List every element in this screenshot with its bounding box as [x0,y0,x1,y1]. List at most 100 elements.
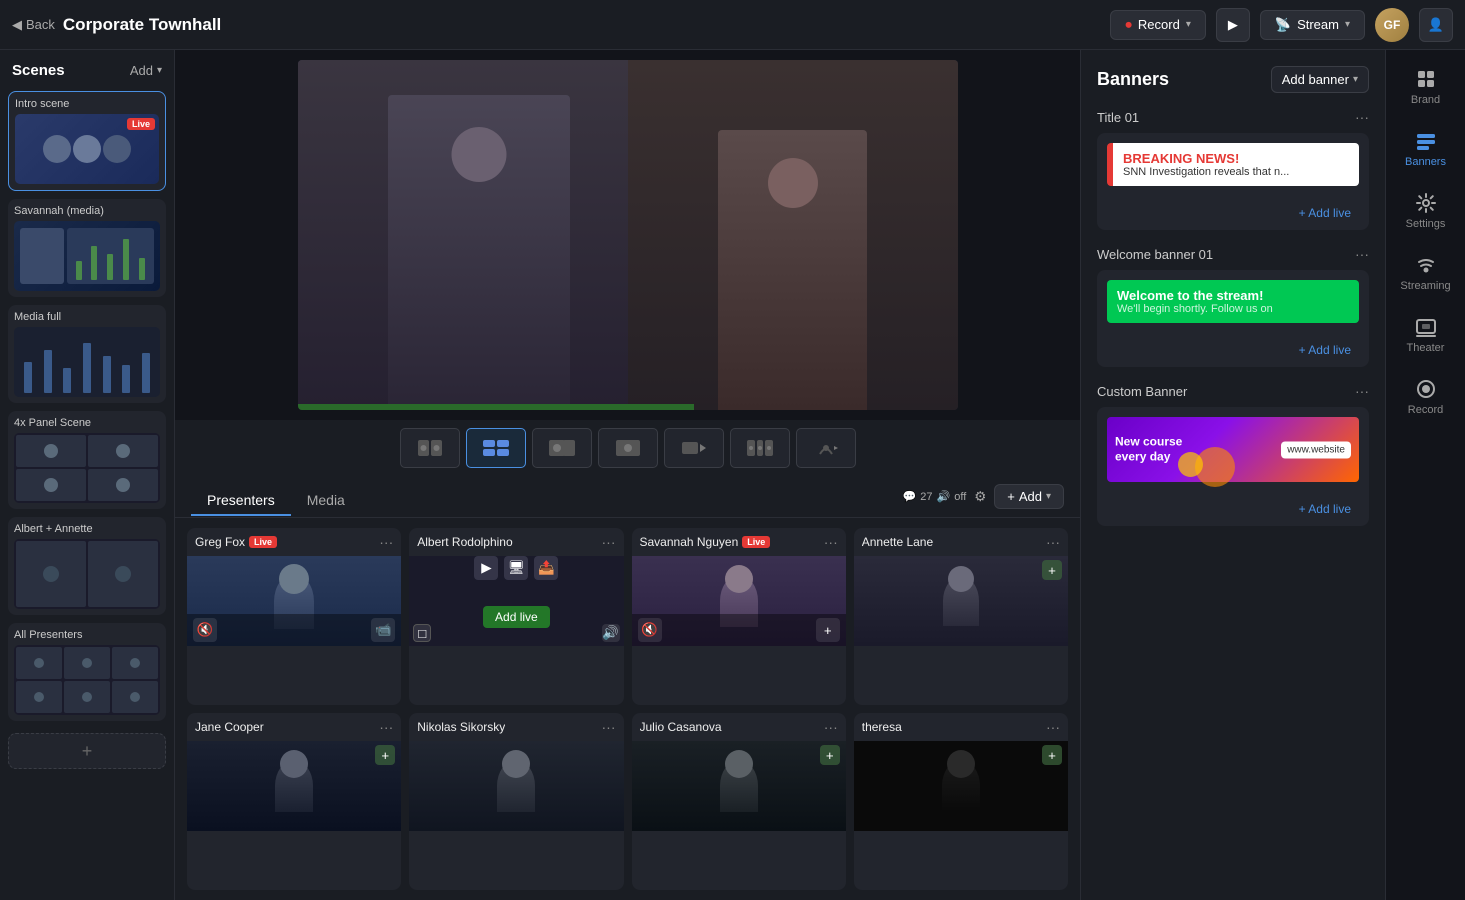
presenter-controls-overlay-greg: 🔇 📹 [187,614,401,646]
presenter-thumb-albert: ▶ 🖥 📤 Add live □ 🔊 [409,556,623,646]
scene-sel-video[interactable] [664,428,724,468]
scene-item-savannah[interactable]: Savannah (media) [8,199,166,297]
banner-card-custom: New courseevery day www.website + Add li… [1097,407,1369,526]
vol-albert-button[interactable]: 📤 [534,556,558,580]
nav-item-brand[interactable]: Brand [1386,58,1465,116]
scene-item-media-full[interactable]: Media full [8,305,166,403]
nav-item-theater[interactable]: Theater [1386,306,1465,364]
add-banner-button[interactable]: Add banner ▾ [1271,66,1369,93]
banner-welcome-subtitle: We'll begin shortly. Follow us on [1117,303,1349,315]
scene-item-4x-panel[interactable]: 4x Panel Scene [8,411,166,509]
banner-more-custom[interactable]: ··· [1355,383,1369,399]
user-menu-button[interactable]: 👤 [1419,8,1453,42]
presenter-card-header-theresa: theresa ··· [854,713,1068,741]
presenter-more-julio[interactable]: ··· [824,719,838,735]
scene-label-media-full: Media full [14,311,160,323]
scene-sel-stream[interactable] [796,428,856,468]
video-greg-button[interactable]: 📹 [371,618,395,642]
presenter-card-julio: Julio Casanova ··· + [632,713,846,890]
scene-item-albert-annette[interactable]: Albert + Annette [8,517,166,615]
scene-item-all-presenters[interactable]: All Presenters [8,623,166,721]
presenter-name-julio: Julio Casanova [640,720,722,734]
banner-section-header-welcome: Welcome banner 01 ··· [1097,246,1369,262]
brand-icon [1415,68,1437,90]
banner-breaking-title: BREAKING NEWS! [1123,151,1349,166]
tab-media[interactable]: Media [291,486,361,516]
record-button[interactable]: ⏺ Record ▾ [1110,10,1205,40]
presenter-more-theresa[interactable]: ··· [1046,719,1060,735]
add-presenter-button[interactable]: + Add ▾ [994,484,1064,509]
record-chevron-icon: ▾ [1186,19,1191,30]
presenter-more-greg[interactable]: ··· [379,534,393,550]
banner-section-welcome-label: Welcome banner 01 [1097,247,1213,262]
add-banner-chevron-icon: ▾ [1353,74,1358,85]
presenter-card-jane: Jane Cooper ··· + [187,713,401,890]
main-layout: Scenes Add ▾ Intro scene Live [0,50,1465,900]
add-live-albert-button[interactable]: Add live [483,606,550,628]
scene-sel-triple[interactable] [730,428,790,468]
add-live-welcome-button[interactable]: + Add live [1289,337,1361,363]
vol2-albert-button[interactable]: 🔊 [602,624,620,642]
banner-section-custom-label: Custom Banner [1097,384,1187,399]
nav-item-record[interactable]: Record [1386,368,1465,426]
mic-count: 27 [920,491,932,503]
presenter-more-annette[interactable]: ··· [1046,534,1060,550]
presenters-area: Presenters Media 💬 27 🔊 off ⚙ + Add ▾ [175,476,1080,900]
cam-albert-button[interactable]: ▶ [474,556,498,580]
presenter-card-header-jane: Jane Cooper ··· [187,713,401,741]
add-theresa-button[interactable]: + [1042,745,1062,765]
add-scene-button[interactable]: Add ▾ [130,63,162,78]
banner-more-title01[interactable]: ··· [1355,109,1369,125]
add-jane-button[interactable]: + [375,745,395,765]
presenter-more-nikolas[interactable]: ··· [602,719,616,735]
banner-breaking-content: BREAKING NEWS! SNN Investigation reveals… [1107,143,1359,186]
add-chevron-icon: ▾ [157,65,162,76]
presenter-thumb-savannah: 🔇 + [632,556,846,646]
scene-label-savannah: Savannah (media) [14,205,160,217]
record-label: Record [1138,17,1180,32]
play-icon: ▶ [1228,17,1238,33]
add-julio-button[interactable]: + [820,745,840,765]
streaming-label: Streaming [1400,280,1450,292]
mute-greg-button[interactable]: 🔇 [193,618,217,642]
add-annette-button[interactable]: + [1042,560,1062,580]
banner-section-title01: Title 01 ··· BREAKING NEWS! SNN Investig… [1097,109,1369,230]
add-scene-button-bottom[interactable]: + [8,733,166,769]
speaker-icon: 🔊 [937,490,951,503]
nav-item-banners[interactable]: Banners [1386,120,1465,178]
topbar: ◀ Back Corporate Townhall ⏺ Record ▾ ▶ 📡… [0,0,1465,50]
presenter-name-albert: Albert Rodolphino [417,535,512,549]
scene-sel-2[interactable] [400,428,460,468]
streaming-icon [1415,254,1437,276]
settings-button[interactable]: ⚙ [974,489,986,505]
scene-sel-single[interactable] [598,428,658,468]
checkbox-albert-button[interactable]: □ [413,624,431,642]
vol-savannah-button[interactable]: + [816,618,840,642]
presenter-more-albert[interactable]: ··· [602,534,616,550]
back-button[interactable]: ◀ Back [12,17,55,33]
avatar[interactable]: GF [1375,8,1409,42]
user-icon: 👤 [1428,17,1444,33]
scene-item-intro[interactable]: Intro scene Live [8,91,166,191]
add-live-custom-button[interactable]: + Add live [1289,496,1361,522]
scene-sel-pip[interactable] [532,428,592,468]
presenter-more-jane[interactable]: ··· [379,719,393,735]
mute-savannah-button[interactable]: 🔇 [638,618,662,642]
nav-item-settings[interactable]: Settings [1386,182,1465,240]
play-button[interactable]: ▶ [1216,8,1250,42]
presenter-thumb-jane: + [187,741,401,831]
nav-item-streaming[interactable]: Streaming [1386,244,1465,302]
banner-more-welcome[interactable]: ··· [1355,246,1369,262]
tab-presenters[interactable]: Presenters [191,486,291,516]
screen-albert-button[interactable]: 🖥 [504,556,528,580]
stream-button[interactable]: 📡 Stream ▾ [1260,10,1365,40]
presenter-more-savannah[interactable]: ··· [824,534,838,550]
banners-nav-icon [1415,130,1437,152]
banner-card-breaking: BREAKING NEWS! SNN Investigation reveals… [1097,133,1369,230]
presenter-controls-overlay-savannah: 🔇 + [632,614,846,646]
add-live-title01-button[interactable]: + Add live [1289,200,1361,226]
scene-label-intro: Intro scene [15,98,159,110]
scene-sel-4[interactable] [466,428,526,468]
presenter-name-jane: Jane Cooper [195,720,264,734]
preview-area [175,50,1080,420]
